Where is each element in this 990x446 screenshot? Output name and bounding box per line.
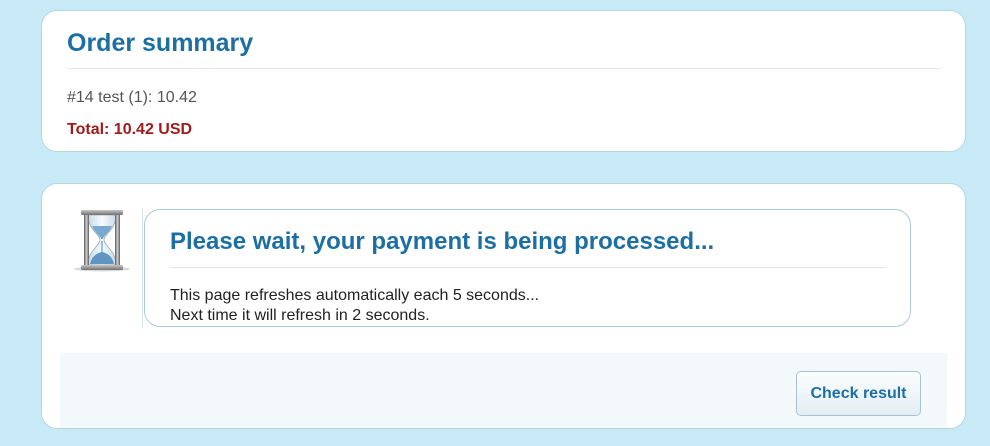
refresh-interval-text: This page refreshes automatically each 5…	[170, 287, 540, 304]
icon-separator	[142, 208, 143, 328]
hourglass-icon	[74, 210, 130, 272]
notice-divider	[170, 267, 886, 268]
order-summary-card: Order summary #14 test (1): 10.42 Total:…	[41, 10, 966, 152]
order-total: Total: 10.42 USD	[67, 121, 193, 138]
order-summary-title: Order summary	[67, 29, 254, 57]
payment-processing-title: Please wait, your payment is being proce…	[170, 228, 715, 255]
summary-divider	[67, 68, 940, 69]
payment-status-card: Please wait, your payment is being proce…	[41, 183, 966, 429]
payment-notice: Please wait, your payment is being proce…	[144, 209, 911, 327]
order-line-item: #14 test (1): 10.42	[67, 89, 197, 106]
check-result-button[interactable]: Check result	[796, 371, 921, 416]
refresh-countdown-text: Next time it will refresh in 2 seconds.	[170, 307, 430, 324]
